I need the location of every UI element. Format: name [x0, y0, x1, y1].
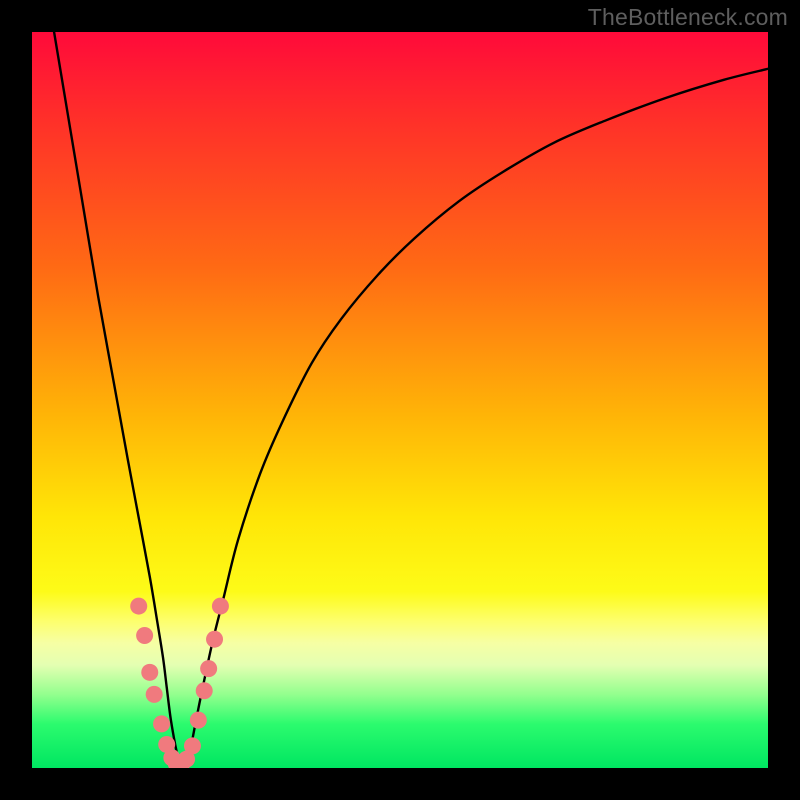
chart-svg: [32, 32, 768, 768]
curve-markers: [130, 598, 229, 768]
curve-marker: [200, 660, 217, 677]
curve-marker: [184, 737, 201, 754]
curve-marker: [153, 715, 170, 732]
curve-marker: [141, 664, 158, 681]
curve-marker: [130, 598, 147, 615]
curve-marker: [146, 686, 163, 703]
curve-marker: [196, 682, 213, 699]
chart-frame: TheBottleneck.com: [0, 0, 800, 800]
bottleneck-curve: [54, 32, 768, 764]
watermark-label: TheBottleneck.com: [588, 4, 788, 31]
curve-marker: [190, 712, 207, 729]
curve-marker: [212, 598, 229, 615]
curve-marker: [206, 631, 223, 648]
plot-area: [32, 32, 768, 768]
curve-marker: [136, 627, 153, 644]
